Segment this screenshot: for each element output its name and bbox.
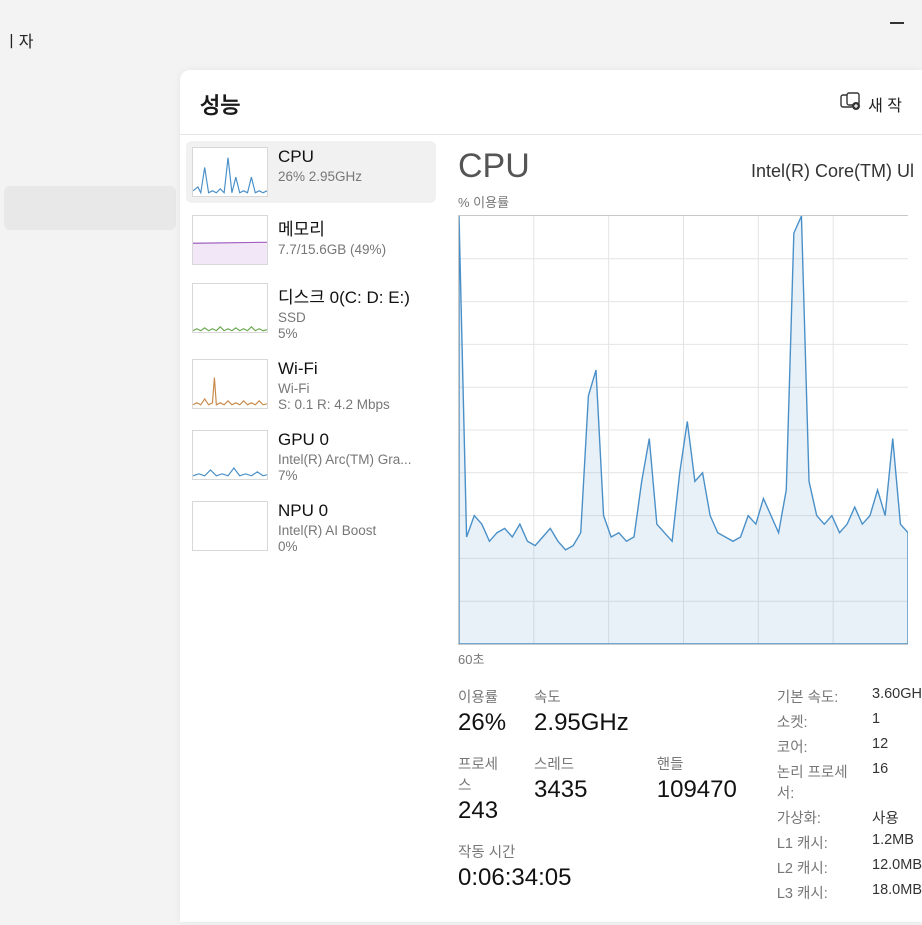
sidebar-item--0-c-d-e-[interactable]: 디스크 0(C: D: E:) SSD 5% xyxy=(186,277,436,347)
stat-utilization: 이용률26% xyxy=(458,686,506,737)
chart-y-label: % 이용률 xyxy=(458,192,922,211)
stats-section: 이용률26% 속도2.95GHz 프로세스243 스레드3435 핸들10947… xyxy=(458,686,922,903)
spec-value: 1.2MB xyxy=(872,832,922,853)
thumb-chart xyxy=(192,283,268,333)
sidebar-item-npu-0[interactable]: NPU 0 Intel(R) AI Boost 0% xyxy=(186,495,436,560)
sidebar-item-sub2: 5% xyxy=(278,326,430,341)
spec-key: L3 캐시: xyxy=(777,882,854,903)
sidebar-item-sub1: 7.7/15.6GB (49%) xyxy=(278,242,430,257)
sidebar-item-wi-fi[interactable]: Wi-Fi Wi-Fi S: 0.1 R: 4.2 Mbps xyxy=(186,353,436,418)
sidebar-item-name: GPU 0 xyxy=(278,430,430,450)
sidebar-item-sub1: Intel(R) Arc(TM) Gra... xyxy=(278,452,430,467)
sidebar-item-name: NPU 0 xyxy=(278,501,430,521)
spec-value: 3.60GH xyxy=(872,686,922,707)
spec-key: L2 캐시: xyxy=(777,857,854,878)
detail-pane: CPU Intel(R) Core(TM) Ul % 이용률 60초 이용률26… xyxy=(442,135,922,925)
sidebar-item-sub1: Wi-Fi xyxy=(278,381,430,396)
performance-panel: 성능 새 작 CPU 26% 2.95GHz 메모리 7.7/15.6GB (4… xyxy=(180,70,922,922)
spec-key: 논리 프로세서: xyxy=(777,761,854,803)
sidebar-item--[interactable]: 메모리 7.7/15.6GB (49%) xyxy=(186,209,436,271)
spec-key: 기본 속도: xyxy=(777,686,854,707)
new-task-label: 새 작 xyxy=(868,92,902,116)
stat-handles: 핸들109470 xyxy=(657,753,737,825)
specs-table: 기본 속도: 3.60GH 소켓: 1 코어: 12 논리 프로세서: 16 가상화: 사용 L1 … xyxy=(777,686,922,903)
panel-header: 성능 새 작 xyxy=(180,70,922,135)
new-task-icon xyxy=(840,92,860,117)
sidebar-item-sub2: 0% xyxy=(278,539,430,554)
sidebar-item-name: CPU xyxy=(278,147,430,167)
thumb-chart xyxy=(192,215,268,265)
sidebar-item-sub1: Intel(R) AI Boost xyxy=(278,523,430,538)
sidebar-item-cpu[interactable]: CPU 26% 2.95GHz xyxy=(186,141,436,203)
new-task-button[interactable]: 새 작 xyxy=(840,92,902,117)
nav-label-truncated: ㅣ자 xyxy=(0,28,33,52)
thumb-chart xyxy=(192,501,268,551)
thumb-chart xyxy=(192,430,268,480)
stat-threads: 스레드3435 xyxy=(534,753,629,825)
cpu-model: Intel(R) Core(TM) Ul xyxy=(751,161,914,182)
sidebar-item-sub2: 7% xyxy=(278,468,430,483)
detail-title: CPU xyxy=(458,147,530,186)
spec-key: 소켓: xyxy=(777,711,854,732)
spec-value: 사용 xyxy=(872,807,922,828)
sidebar-item-sub1: 26% 2.95GHz xyxy=(278,169,430,184)
spec-value: 1 xyxy=(872,711,922,732)
sidebar-item-sub1: SSD xyxy=(278,310,430,325)
spec-value: 12 xyxy=(872,736,922,757)
sidebar-item-name: 메모리 xyxy=(278,215,430,240)
spec-key: 코어: xyxy=(777,736,854,757)
nav-item-selected[interactable] xyxy=(4,186,176,230)
minimize-button[interactable] xyxy=(890,22,904,24)
thumb-chart xyxy=(192,359,268,409)
spec-key: L1 캐시: xyxy=(777,832,854,853)
sidebar-item-gpu-0[interactable]: GPU 0 Intel(R) Arc(TM) Gra... 7% xyxy=(186,424,436,489)
stat-uptime: 작동 시간0:06:34:05 xyxy=(458,841,737,892)
thumb-chart xyxy=(192,147,268,197)
sidebar-item-sub2: S: 0.1 R: 4.2 Mbps xyxy=(278,397,430,412)
titlebar: ㅣ자 xyxy=(0,0,922,50)
stat-speed: 속도2.95GHz xyxy=(534,686,629,737)
cpu-utilization-chart xyxy=(458,215,908,645)
chart-x-label: 60초 xyxy=(458,649,922,668)
sidebar-item-name: Wi-Fi xyxy=(278,359,430,379)
spec-value: 16 xyxy=(872,761,922,803)
left-nav-rail xyxy=(0,50,180,922)
panel-title: 성능 xyxy=(200,88,240,120)
stat-processes: 프로세스243 xyxy=(458,753,506,825)
sidebar-item-name: 디스크 0(C: D: E:) xyxy=(278,283,430,308)
spec-value: 18.0MB xyxy=(872,882,922,903)
spec-key: 가상화: xyxy=(777,807,854,828)
resource-sidebar: CPU 26% 2.95GHz 메모리 7.7/15.6GB (49%) 디스크… xyxy=(180,135,442,925)
spec-value: 12.0MB xyxy=(872,857,922,878)
